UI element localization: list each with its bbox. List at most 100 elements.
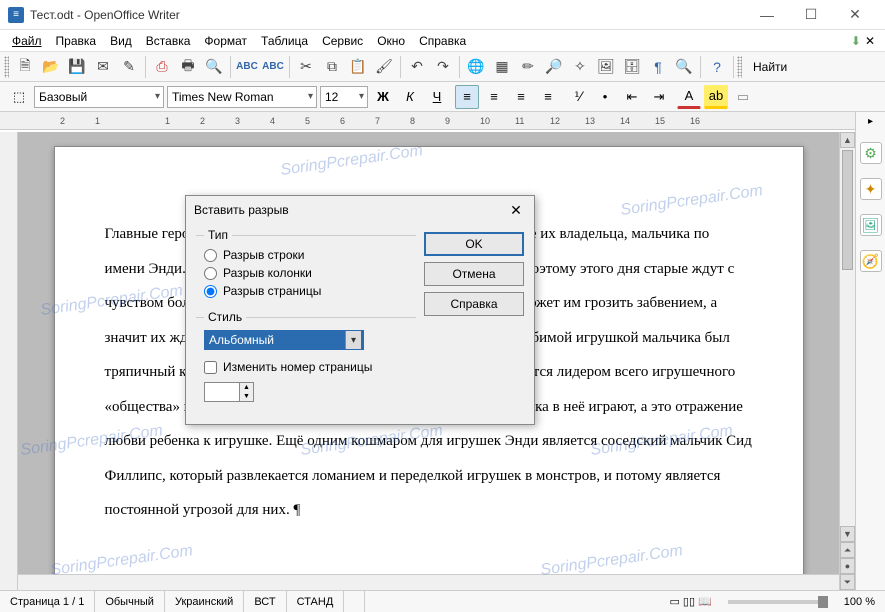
menu-table[interactable]: Таблица [255, 32, 314, 50]
font-color-button[interactable]: A [677, 85, 701, 109]
status-selection-mode[interactable]: СТАНД [287, 591, 345, 612]
zoom-icon[interactable]: 🔍 [672, 55, 696, 79]
maximize-button[interactable]: ☐ [789, 1, 833, 29]
preview-icon[interactable]: 🔍 [202, 55, 226, 79]
format-paint-icon[interactable]: 🖌 [372, 55, 396, 79]
help-icon[interactable]: ? [705, 55, 729, 79]
undo-icon[interactable]: ↶ [405, 55, 429, 79]
zoom-thumb[interactable] [818, 596, 828, 608]
highlight-button[interactable]: ab [704, 85, 728, 109]
menu-help[interactable]: Справка [413, 32, 472, 50]
cancel-button[interactable]: Отмена [424, 262, 524, 286]
email-icon[interactable]: ✉ [91, 55, 115, 79]
toolbar-grip[interactable] [4, 56, 9, 78]
zoom-slider[interactable] [728, 600, 828, 604]
new-doc-icon[interactable]: 🗎 [13, 55, 37, 79]
view-single-icon[interactable]: ▭ [669, 595, 679, 608]
navigator-icon[interactable]: ✧ [568, 55, 592, 79]
italic-button[interactable]: К [398, 85, 422, 109]
scroll-up-icon[interactable]: ▲ [840, 132, 855, 148]
find-icon[interactable]: 🔎 [542, 55, 566, 79]
radio-page-break-input[interactable] [204, 285, 217, 298]
page-number-input[interactable] [205, 383, 239, 401]
menu-edit[interactable]: Правка [50, 32, 103, 50]
align-justify-button[interactable]: ≡ [536, 85, 560, 109]
bullet-list-button[interactable]: • [593, 85, 617, 109]
scroll-thumb[interactable] [842, 150, 853, 270]
gallery-panel-icon[interactable]: 🖼 [860, 214, 882, 236]
styles-icon[interactable]: ✦ [860, 178, 882, 200]
datasource-icon[interactable]: 🗄 [620, 55, 644, 79]
status-style[interactable]: Обычный [95, 591, 165, 612]
spellcheck-icon[interactable]: ABC [235, 55, 259, 79]
redo-icon[interactable]: ↷ [431, 55, 455, 79]
pdf-icon[interactable]: ⎙ [150, 55, 174, 79]
view-multi-icon[interactable]: ▯▯ [683, 595, 695, 608]
save-icon[interactable]: 💾 [65, 55, 89, 79]
properties-icon[interactable]: ⚙ [860, 142, 882, 164]
dialog-close-button[interactable]: ✕ [506, 200, 526, 220]
align-right-button[interactable]: ≡ [509, 85, 533, 109]
styles-window-icon[interactable]: ⬚ [7, 85, 31, 109]
help-button[interactable]: Справка [424, 292, 524, 316]
dialog-titlebar[interactable]: Вставить разрыв ✕ [186, 196, 534, 224]
radio-line-break[interactable]: Разрыв строки [204, 246, 416, 264]
table-icon[interactable]: ▦ [490, 55, 514, 79]
menu-window[interactable]: Окно [371, 32, 411, 50]
sidebar-toggle-icon[interactable]: ▸ [868, 116, 873, 127]
radio-column-break-input[interactable] [204, 267, 217, 280]
menu-view[interactable]: Вид [104, 32, 138, 50]
increase-indent-button[interactable]: ⇥ [647, 85, 671, 109]
horizontal-scrollbar[interactable] [18, 574, 839, 590]
autospell-icon[interactable]: ABC [261, 55, 285, 79]
minimize-button[interactable]: — [745, 1, 789, 29]
copy-icon[interactable]: ⧉ [320, 55, 344, 79]
change-page-number-input[interactable] [204, 361, 217, 374]
horizontal-ruler[interactable]: 2 1 1 2 3 4 5 6 7 8 9 10 11 12 13 14 15 … [0, 112, 885, 130]
decrease-indent-button[interactable]: ⇤ [620, 85, 644, 109]
ok-button[interactable]: OK [424, 232, 524, 256]
page-number-spinner[interactable]: ▲ ▼ [204, 382, 254, 402]
open-doc-icon[interactable]: 📂 [39, 55, 63, 79]
navigator-panel-icon[interactable]: 🧭 [860, 250, 882, 272]
status-language[interactable]: Украинский [165, 591, 244, 612]
find-label[interactable]: Найти [749, 58, 791, 76]
paragraph-style-combo[interactable]: Базовый ▾ [34, 86, 164, 108]
hyperlink-icon[interactable]: 🌐 [464, 55, 488, 79]
status-insert-mode[interactable]: ВСТ [244, 591, 286, 612]
nonprint-icon[interactable]: ¶ [646, 55, 670, 79]
status-view-layout[interactable]: ▭ ▯▯ 📖 [659, 591, 721, 612]
scroll-down-icon[interactable]: ▼ [840, 526, 855, 542]
change-page-number-checkbox[interactable]: Изменить номер страницы [204, 358, 416, 376]
toolbar-grip-2[interactable] [737, 56, 742, 78]
status-zoom[interactable]: 100 % [834, 591, 885, 612]
drawing-icon[interactable]: ✏ [516, 55, 540, 79]
gallery-icon[interactable]: 🖼 [594, 55, 618, 79]
font-name-combo[interactable]: Times New Roman ▾ [167, 86, 317, 108]
font-size-combo[interactable]: 12 ▾ [320, 86, 368, 108]
prev-page-icon[interactable]: ⏶ [840, 542, 855, 558]
radio-line-break-input[interactable] [204, 249, 217, 262]
next-page-icon[interactable]: ⏷ [840, 574, 855, 590]
align-center-button[interactable]: ≡ [482, 85, 506, 109]
radio-column-break[interactable]: Разрыв колонки [204, 264, 416, 282]
view-book-icon[interactable]: 📖 [698, 595, 712, 608]
bg-color-button[interactable]: ▭ [731, 85, 755, 109]
menu-format[interactable]: Формат [198, 32, 253, 50]
nav-ball-icon[interactable]: ● [840, 558, 855, 574]
vertical-ruler[interactable] [0, 132, 18, 590]
underline-button[interactable]: Ч [425, 85, 449, 109]
menu-insert[interactable]: Вставка [140, 32, 197, 50]
radio-page-break[interactable]: Разрыв страницы [204, 282, 416, 300]
bold-button[interactable]: Ж [371, 85, 395, 109]
edit-icon[interactable]: ✎ [117, 55, 141, 79]
update-icon[interactable]: ⬇ [851, 34, 861, 48]
menu-tools[interactable]: Сервис [316, 32, 369, 50]
print-icon[interactable]: 🖶 [176, 55, 200, 79]
spinner-up-icon[interactable]: ▲ [240, 383, 253, 392]
align-left-button[interactable]: ≡ [455, 85, 479, 109]
page-style-combo[interactable]: Альбомный ▾ [204, 330, 364, 350]
close-doc-icon[interactable]: ✕ [865, 34, 875, 48]
menu-file[interactable]: Файл [6, 32, 48, 50]
paste-icon[interactable]: 📋 [346, 55, 370, 79]
